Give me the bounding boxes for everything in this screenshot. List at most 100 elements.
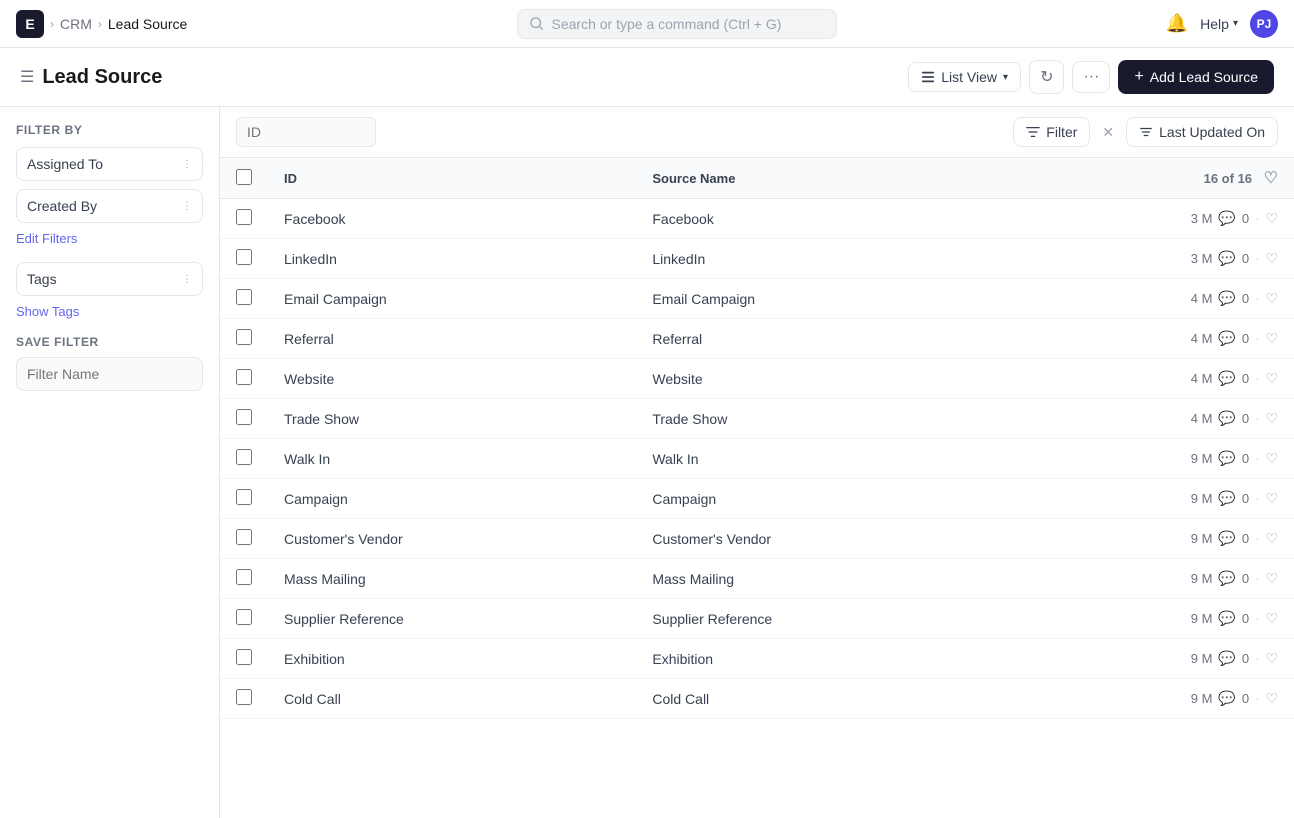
filter-icon [1026, 125, 1040, 139]
comment-icon[interactable]: 💬 [1218, 490, 1235, 507]
row-checkbox[interactable] [236, 249, 252, 265]
add-lead-source-button[interactable]: + Add Lead Source [1118, 60, 1274, 94]
row-age: 4 M [1191, 291, 1213, 306]
page-header: ☰ Lead Source List View ▾ ↻ ··· + Add Le… [0, 48, 1294, 107]
show-tags-link[interactable]: Show Tags [16, 304, 203, 319]
top-nav: E › CRM › Lead Source Search or type a c… [0, 0, 1294, 48]
row-meta: 4 M 💬 0 · ♡ [1005, 359, 1294, 399]
heart-icon[interactable]: ♡ [1265, 490, 1278, 507]
notifications-button[interactable]: 🔔 [1166, 13, 1188, 34]
row-id[interactable]: Walk In [268, 439, 636, 479]
dot-separator: · [1255, 651, 1259, 666]
filter-name-input[interactable] [16, 357, 203, 391]
row-meta: 4 M 💬 0 · ♡ [1005, 399, 1294, 439]
row-id[interactable]: Trade Show [268, 399, 636, 439]
more-options-button[interactable]: ··· [1072, 61, 1110, 93]
select-all-checkbox[interactable] [236, 169, 252, 185]
heart-icon[interactable]: ♡ [1265, 530, 1278, 547]
heart-icon[interactable]: ♡ [1265, 570, 1278, 587]
row-checkbox[interactable] [236, 689, 252, 705]
heart-icon[interactable]: ♡ [1265, 330, 1278, 347]
comment-icon[interactable]: 💬 [1218, 610, 1235, 627]
col-count-header: 16 of 16 ♡ [1005, 158, 1294, 199]
comment-icon[interactable]: 💬 [1218, 690, 1235, 707]
row-checkbox[interactable] [236, 409, 252, 425]
help-button[interactable]: Help ▾ [1200, 16, 1238, 32]
row-checkbox[interactable] [236, 489, 252, 505]
row-checkbox[interactable] [236, 569, 252, 585]
comment-icon[interactable]: 💬 [1218, 410, 1235, 427]
page-title: Lead Source [42, 66, 162, 89]
comment-icon[interactable]: 💬 [1218, 570, 1235, 587]
heart-icon[interactable]: ♡ [1265, 410, 1278, 427]
row-checkbox[interactable] [236, 369, 252, 385]
dot-separator: · [1255, 331, 1259, 346]
row-meta: 3 M 💬 0 · ♡ [1005, 199, 1294, 239]
comment-icon[interactable]: 💬 [1218, 290, 1235, 307]
comment-icon[interactable]: 💬 [1218, 450, 1235, 467]
edit-filters-link[interactable]: Edit Filters [16, 231, 203, 246]
row-comments: 0 [1242, 451, 1249, 466]
comment-icon[interactable]: 💬 [1218, 250, 1235, 267]
avatar[interactable]: PJ [1250, 10, 1278, 38]
row-checkbox[interactable] [236, 449, 252, 465]
row-comments: 0 [1242, 611, 1249, 626]
row-id[interactable]: Cold Call [268, 679, 636, 719]
heart-icon[interactable]: ♡ [1265, 210, 1278, 227]
row-id[interactable]: Email Campaign [268, 279, 636, 319]
clear-filter-button[interactable]: ✕ [1098, 120, 1118, 145]
tags-filter[interactable]: Tags ⋮ [16, 262, 203, 296]
row-source: Trade Show [636, 399, 1004, 439]
heart-icon[interactable]: ♡ [1265, 450, 1278, 467]
sort-icon [1139, 125, 1153, 139]
row-checkbox[interactable] [236, 529, 252, 545]
heart-icon[interactable]: ♡ [1265, 650, 1278, 667]
heart-icon[interactable]: ♡ [1265, 290, 1278, 307]
comment-icon[interactable]: 💬 [1218, 650, 1235, 667]
row-id[interactable]: Supplier Reference [268, 599, 636, 639]
heart-header-icon[interactable]: ♡ [1264, 170, 1278, 187]
list-view-icon [921, 70, 935, 84]
row-meta: 9 M 💬 0 · ♡ [1005, 479, 1294, 519]
view-toggle-button[interactable]: List View ▾ [908, 62, 1021, 92]
row-checkbox[interactable] [236, 609, 252, 625]
heart-icon[interactable]: ♡ [1265, 610, 1278, 627]
id-search-input[interactable] [236, 117, 376, 147]
heart-icon[interactable]: ♡ [1265, 370, 1278, 387]
row-meta: 4 M 💬 0 · ♡ [1005, 319, 1294, 359]
heart-icon[interactable]: ♡ [1265, 250, 1278, 267]
dot-separator: · [1255, 691, 1259, 706]
comment-icon[interactable]: 💬 [1218, 330, 1235, 347]
sort-button[interactable]: Last Updated On [1126, 117, 1278, 147]
row-id[interactable]: Website [268, 359, 636, 399]
col-source-header: Source Name [636, 158, 1004, 199]
dot-separator: · [1255, 531, 1259, 546]
menu-icon[interactable]: ☰ [20, 67, 34, 87]
assigned-to-filter[interactable]: Assigned To ⋮ [16, 147, 203, 181]
heart-icon[interactable]: ♡ [1265, 690, 1278, 707]
row-id[interactable]: LinkedIn [268, 239, 636, 279]
row-checkbox[interactable] [236, 329, 252, 345]
filter-button[interactable]: Filter [1013, 117, 1090, 147]
row-id[interactable]: Customer's Vendor [268, 519, 636, 559]
row-id[interactable]: Referral [268, 319, 636, 359]
search-bar[interactable]: Search or type a command (Ctrl + G) [517, 9, 837, 39]
row-id[interactable]: Exhibition [268, 639, 636, 679]
row-id[interactable]: Facebook [268, 199, 636, 239]
comment-icon[interactable]: 💬 [1218, 370, 1235, 387]
plus-icon: + [1134, 68, 1143, 86]
row-checkbox[interactable] [236, 209, 252, 225]
row-checkbox[interactable] [236, 289, 252, 305]
row-id[interactable]: Campaign [268, 479, 636, 519]
refresh-button[interactable]: ↻ [1029, 60, 1064, 94]
app-icon[interactable]: E [16, 10, 44, 38]
comment-icon[interactable]: 💬 [1218, 530, 1235, 547]
row-source: Cold Call [636, 679, 1004, 719]
created-by-filter[interactable]: Created By ⋮ [16, 189, 203, 223]
comment-icon[interactable]: 💬 [1218, 210, 1235, 227]
main-layout: Filter By Assigned To ⋮ Created By ⋮ Edi… [0, 107, 1294, 818]
breadcrumb-crm[interactable]: CRM [60, 16, 92, 32]
table-wrapper: ID Source Name 16 of 16 ♡ Facebook Faceb… [220, 158, 1294, 818]
row-checkbox[interactable] [236, 649, 252, 665]
row-id[interactable]: Mass Mailing [268, 559, 636, 599]
